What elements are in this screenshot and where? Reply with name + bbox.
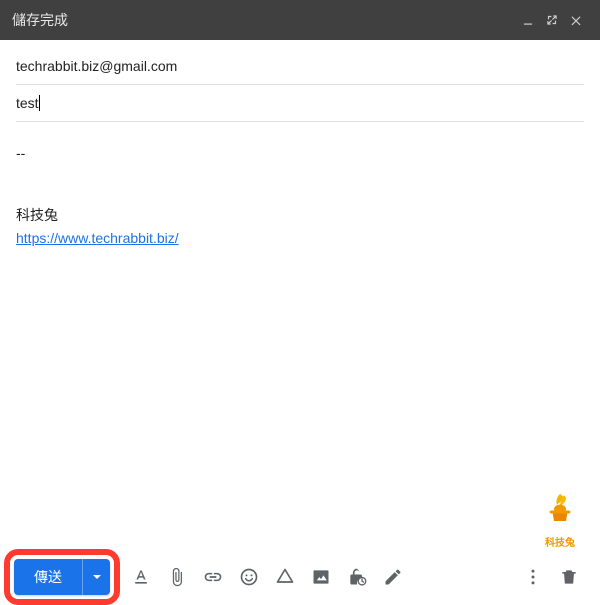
logo-text: 科技兔: [536, 534, 584, 549]
insert-signature-button[interactable]: [376, 560, 410, 594]
paperclip-icon: [167, 567, 187, 587]
confidential-mode-button[interactable]: [340, 560, 374, 594]
compose-fields: techrabbit.biz@gmail.com test: [0, 40, 600, 122]
rabbit-hat-icon: [542, 491, 578, 527]
send-button-group: 傳送: [14, 559, 110, 595]
fullscreen-button[interactable]: [540, 8, 564, 32]
text-format-icon: [131, 567, 151, 587]
more-vert-icon: [523, 567, 543, 587]
header-title: 儲存完成: [12, 10, 516, 30]
emoji-icon: [239, 567, 259, 587]
close-button[interactable]: [564, 8, 588, 32]
signature-name: 科技兔: [16, 204, 584, 226]
to-field[interactable]: techrabbit.biz@gmail.com: [16, 48, 584, 85]
send-options-button[interactable]: [82, 559, 110, 595]
signature-separator: --: [16, 142, 584, 164]
brand-logo: 科技兔: [536, 491, 584, 549]
lock-clock-icon: [347, 567, 367, 587]
compose-window: 儲存完成 techrabbit.biz@gmail.com test -- 科技…: [0, 0, 600, 605]
compose-toolbar: 傳送: [0, 549, 600, 605]
caret-down-icon: [92, 572, 102, 582]
image-icon: [311, 567, 331, 587]
to-value: techrabbit.biz@gmail.com: [16, 58, 177, 74]
attach-button[interactable]: [160, 560, 194, 594]
minimize-button[interactable]: [516, 8, 540, 32]
link-icon: [203, 567, 223, 587]
subject-value: test: [16, 95, 39, 111]
minimize-icon: [521, 13, 535, 27]
expand-icon: [545, 13, 559, 27]
insert-link-button[interactable]: [196, 560, 230, 594]
subject-field[interactable]: test: [16, 85, 584, 122]
close-icon: [569, 13, 583, 27]
text-cursor: [39, 95, 40, 111]
insert-drive-button[interactable]: [268, 560, 302, 594]
more-options-button[interactable]: [516, 560, 550, 594]
insert-photo-button[interactable]: [304, 560, 338, 594]
insert-emoji-button[interactable]: [232, 560, 266, 594]
send-button[interactable]: 傳送: [14, 559, 82, 595]
signature-link[interactable]: https://www.techrabbit.biz/: [16, 230, 179, 246]
trash-icon: [559, 567, 579, 587]
formatting-button[interactable]: [124, 560, 158, 594]
drive-icon: [275, 567, 295, 587]
compose-header: 儲存完成: [0, 0, 600, 40]
compose-body[interactable]: -- 科技兔 https://www.techrabbit.biz/: [0, 122, 600, 549]
pen-icon: [383, 567, 403, 587]
discard-draft-button[interactable]: [552, 560, 586, 594]
